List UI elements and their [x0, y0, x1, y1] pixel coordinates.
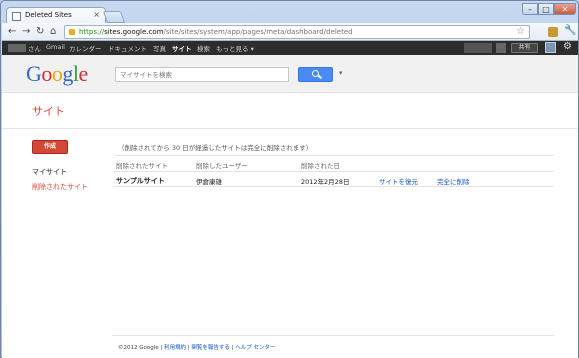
copyright: ©2012 Google [118, 345, 159, 351]
deleted-sites-table: 削除されたサイト 削除したユーザー 削除された日 サンプルサイト 伊倉康雄 20… [114, 155, 554, 187]
footer-divider [112, 335, 554, 336]
gbar-gmail[interactable]: Gmail [46, 43, 65, 51]
extension-icon[interactable] [548, 27, 558, 37]
site-name: サンプルサイト [116, 177, 165, 185]
browser-toolbar: ← → ↻ ⌂ https://sites.google.com/site/si… [2, 23, 578, 41]
gbar-sites[interactable]: サイト [172, 43, 192, 53]
restore-site-link[interactable]: サイトを復元 [379, 176, 418, 186]
report-abuse-link[interactable]: 関覧を報告する [191, 345, 230, 351]
google-bar: さん Gmail カレンダー ドキュメント 写真 サイト 検索 もっと見る ▾ … [2, 41, 578, 55]
search-options-dropdown[interactable]: ▾ [339, 69, 343, 77]
delete-permanently-link[interactable]: 完全に削除 [437, 176, 470, 186]
footer: ©2012 Google | 利用規約 | 関覧を報告する | ヘルプ センター [118, 345, 276, 351]
forward-arrow-icon[interactable]: → [22, 26, 30, 37]
table-row: サンプルサイト 伊倉康雄 2012年2月28日 サイトを復元 完全に削除 [114, 171, 554, 187]
account-name-redacted [464, 43, 492, 53]
gbar-docs[interactable]: ドキュメント [108, 43, 147, 53]
home-icon[interactable]: ⌂ [50, 26, 56, 37]
search-input[interactable] [115, 67, 289, 82]
search-button[interactable] [298, 67, 333, 82]
gbar-search[interactable]: 検索 [197, 43, 210, 53]
tab-title: Deleted Sites [25, 11, 72, 19]
browser-window: Deleted Sites × – □ ✕ ← → ↻ ⌂ https://si… [0, 0, 579, 358]
page-title: サイト [32, 105, 65, 118]
gbar-calendar[interactable]: カレンダー [69, 43, 102, 53]
terms-link[interactable]: 利用規約 [164, 345, 186, 351]
user-name-redacted [8, 44, 26, 52]
close-window-button[interactable]: ✕ [554, 3, 576, 15]
account-blur [496, 43, 506, 53]
address-bar[interactable]: https://sites.google.com/site/sites/syst… [64, 25, 530, 39]
new-tab-button[interactable] [102, 11, 126, 23]
share-button[interactable]: 共有 [511, 43, 538, 53]
deleted-date: 2012年2月28日 [301, 178, 350, 186]
wrench-icon[interactable]: 🔧 [564, 25, 576, 36]
column-header: 削除したユーザー [196, 162, 248, 170]
gbar-photos[interactable]: 写真 [153, 43, 166, 53]
close-tab-icon[interactable]: × [93, 10, 100, 19]
table-header: 削除されたサイト 削除したユーザー 削除された日 [114, 155, 554, 171]
minimize-button[interactable]: – [522, 3, 538, 15]
reload-icon[interactable]: ↻ [36, 26, 44, 37]
browser-tab[interactable]: Deleted Sites × [6, 7, 106, 24]
maximize-button[interactable]: □ [538, 3, 554, 15]
back-arrow-icon[interactable]: ← [8, 26, 16, 37]
sites-header: Google ▾ [2, 55, 578, 93]
sidebar-item-deleted-sites[interactable]: 削除されたサイト [32, 182, 88, 192]
page-content: Google ▾ サイト 作成 マイサイト 削除されたサイト （削除されてから … [2, 55, 578, 358]
lock-icon [69, 29, 75, 35]
column-header: 削除された日 [301, 162, 340, 170]
avatar[interactable] [545, 42, 556, 53]
deleted-by: 伊倉康雄 [196, 178, 222, 186]
retention-notice: （削除されてから 30 日が経過したサイトは完全に削除されます） [118, 144, 313, 152]
google-logo[interactable]: Google [26, 63, 88, 85]
bookmark-star-icon[interactable]: ☆ [516, 26, 525, 37]
tab-strip: Deleted Sites × – □ ✕ [1, 1, 578, 24]
gbar-more[interactable]: もっと見る ▾ [216, 43, 254, 53]
create-button[interactable]: 作成 [32, 140, 68, 154]
gbar-user[interactable]: さん [28, 43, 41, 53]
help-center-link[interactable]: ヘルプ センター [235, 345, 275, 351]
title-bar: サイト [2, 93, 578, 129]
page-icon [12, 12, 21, 21]
gear-icon[interactable]: ⚙ [563, 41, 572, 52]
sidebar-item-my-sites[interactable]: マイサイト [32, 167, 67, 177]
url-text: https://sites.google.com/site/sites/syst… [79, 28, 353, 36]
column-header: 削除されたサイト [116, 162, 168, 170]
